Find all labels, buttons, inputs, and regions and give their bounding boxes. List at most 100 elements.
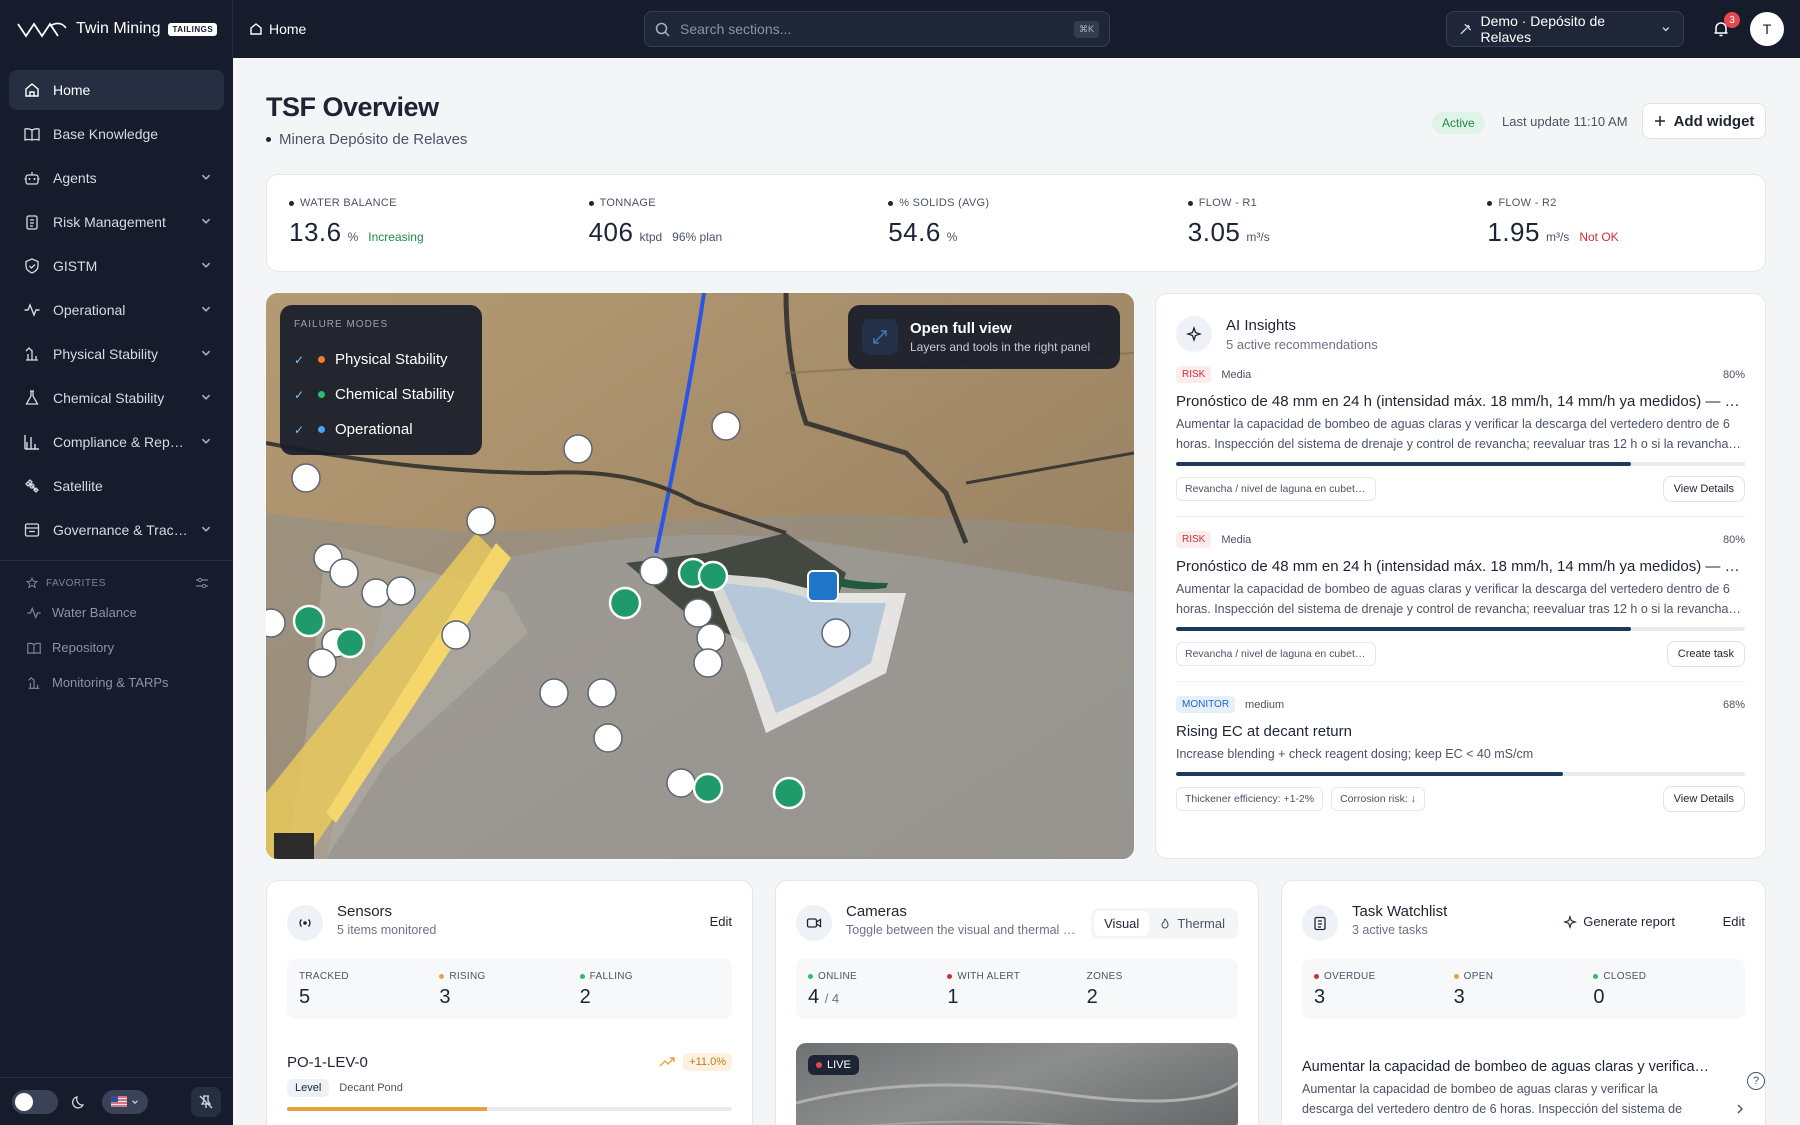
search-input[interactable] xyxy=(680,21,1064,37)
stat-value: 4 xyxy=(808,986,820,1008)
task-item[interactable]: Aumentar la capacidad de bombeo de aguas… xyxy=(1302,1059,1745,1119)
failure-mode-toggle[interactable]: ✓ Chemical Stability xyxy=(294,377,468,412)
satellite-icon xyxy=(25,479,39,493)
sidebar-item-governance-traceability[interactable]: Governance & Traceability xyxy=(9,510,224,550)
tasks-edit-button[interactable]: Edit xyxy=(1723,914,1745,929)
insight-title[interactable]: Pronóstico de 48 mm en 24 h (intensidad … xyxy=(1176,393,1745,410)
insight-action-button[interactable]: View Details xyxy=(1662,476,1745,502)
sidebar-item-label: Chemical Stability xyxy=(53,390,165,406)
tasks-header: Task Watchlist 3 active tasks Generate r… xyxy=(1302,881,1745,941)
tab-thermal[interactable]: Thermal xyxy=(1149,911,1235,936)
favorite-item[interactable]: Repository xyxy=(0,630,233,665)
insight-confidence: 80% xyxy=(1722,368,1745,381)
us-flag-icon xyxy=(111,1096,127,1107)
stat-dot xyxy=(808,974,813,979)
language-selector[interactable] xyxy=(102,1089,148,1114)
ai-insights-subtitle: 5 active recommendations xyxy=(1226,336,1378,352)
generate-report-label: Generate report xyxy=(1583,914,1675,929)
sidebar-item-base-knowledge[interactable]: Base Knowledge xyxy=(9,114,224,154)
kpi-tile[interactable]: TONNAGE 406 ktpd 96% plan xyxy=(567,175,867,271)
insight-title[interactable]: Pronóstico de 48 mm en 24 h (intensidad … xyxy=(1176,558,1745,575)
stat-label: WITH ALERT xyxy=(957,971,1021,982)
help-button[interactable]: ? xyxy=(1747,1072,1765,1090)
insight-title[interactable]: Rising EC at decant return xyxy=(1176,723,1745,740)
sensors-edit-button[interactable]: Edit xyxy=(710,914,732,929)
chevron-down-icon xyxy=(201,526,211,532)
search-bar[interactable]: ⌘K xyxy=(644,11,1110,47)
sidebar-item-operational[interactable]: Operational xyxy=(9,290,224,330)
sidebar-item-chemical-stability[interactable]: Chemical Stability xyxy=(9,378,224,418)
generate-report-button[interactable]: Generate report xyxy=(1563,914,1675,929)
insight-severity: Media xyxy=(1221,533,1252,546)
collapse-sidebar-button[interactable] xyxy=(191,1086,221,1117)
kpi-note: 96% plan xyxy=(672,230,723,244)
confidence-bar xyxy=(1176,772,1745,776)
cameras-subtitle: Toggle between the visual and thermal fe… xyxy=(846,923,1078,937)
sidebar-item-label: Governance & Traceability xyxy=(53,522,189,538)
top-bar: Twin Mining TAILINGS Home ⌘K Demo · Depó… xyxy=(0,0,1800,58)
kpi-tile[interactable]: WATER BALANCE 13.6% Increasing xyxy=(267,175,567,271)
insight-chip: Corrosion risk: ↓ xyxy=(1331,787,1425,811)
insight-action-button[interactable]: Create task xyxy=(1666,641,1745,667)
theme-toggle[interactable] xyxy=(12,1089,58,1114)
stat-value: 3 xyxy=(439,986,451,1008)
favorite-item[interactable]: Water Balance xyxy=(0,595,233,630)
brand[interactable]: Twin Mining TAILINGS xyxy=(0,0,233,58)
book-icon xyxy=(24,128,40,141)
sidebar-item-satellite[interactable]: Satellite xyxy=(9,466,224,506)
stat-label: TRACKED xyxy=(299,971,349,982)
insight-tag: MONITOR xyxy=(1176,696,1236,713)
failure-mode-label: Chemical Stability xyxy=(335,386,455,403)
clipboard-icon xyxy=(26,215,38,230)
insight-body: Aumentar la capacidad de bombeo de aguas… xyxy=(1176,417,1730,451)
tab-visual[interactable]: Visual xyxy=(1094,911,1150,936)
sidebar-item-gistm[interactable]: GISTM xyxy=(9,246,224,286)
page-subtitle: Minera Depósito de Relaves xyxy=(266,131,467,148)
stat-dot xyxy=(579,974,585,979)
stat-label: CLOSED xyxy=(1603,971,1647,982)
stat-dot xyxy=(1453,974,1459,979)
plus-icon xyxy=(1654,116,1665,126)
sidebar-footer xyxy=(0,1077,233,1125)
camera-feed[interactable]: LIVE xyxy=(796,1043,1238,1125)
kpi-note: Not OK xyxy=(1579,230,1619,244)
failure-mode-dot xyxy=(318,391,325,398)
sidebar-item-physical-stability[interactable]: Physical Stability xyxy=(9,334,224,374)
camera-stats: ONLINE 4 / 4 WITH ALERT 1 ZONES 2 xyxy=(796,959,1238,1019)
activity-icon xyxy=(24,303,40,317)
chevron-right-icon[interactable] xyxy=(1735,1103,1745,1115)
kpi-label: WATER BALANCE xyxy=(289,197,567,209)
sliders-icon[interactable] xyxy=(195,577,209,589)
open-full-view-button[interactable]: Open full view Layers and tools in the r… xyxy=(848,305,1120,369)
kpi-label-text: % SOLIDS (AVG) xyxy=(899,197,990,209)
failure-mode-toggle[interactable]: ✓ Physical Stability xyxy=(294,342,468,377)
kpi-tile[interactable]: FLOW - R1 3.05 m³/s xyxy=(1166,175,1466,271)
sidebar-item-home[interactable]: Home xyxy=(9,70,224,110)
ai-insights-title: AI Insights xyxy=(1226,316,1297,334)
stat-label: ZONES xyxy=(1086,971,1123,982)
brand-name: Twin Mining xyxy=(76,20,161,37)
sensor-item[interactable]: PO-1-LEV-0 +11.0% Level Decant Pond xyxy=(287,1053,732,1111)
sidebar-item-agents[interactable]: Agents xyxy=(9,158,224,198)
workspace-label: Demo · Depósito de Relaves xyxy=(1480,13,1606,45)
failure-modes-list: ✓ Physical Stability ✓ Chemical Stability ✓ O… xyxy=(294,342,468,447)
sidebar-item-risk-management[interactable]: Risk Management xyxy=(9,202,224,242)
tasks-title: Task Watchlist xyxy=(1352,903,1448,920)
add-widget-button[interactable]: Add widget xyxy=(1642,103,1766,139)
stat-label: ONLINE xyxy=(818,971,858,982)
notifications-button[interactable]: 3 xyxy=(1706,12,1740,44)
kpi-tile[interactable]: % SOLIDS (AVG) 54.6% xyxy=(866,175,1166,271)
camera-mode-tabs: Visual Thermal xyxy=(1091,908,1238,939)
failure-mode-toggle[interactable]: ✓ Operational xyxy=(294,412,468,447)
breadcrumb[interactable]: Home xyxy=(249,21,306,37)
insight-action-button[interactable]: View Details xyxy=(1662,786,1745,812)
sensor-level-fill xyxy=(287,1107,488,1111)
sidebar-divider xyxy=(0,560,233,561)
chevron-down-icon xyxy=(1662,27,1670,32)
sidebar-item-compliance-reports[interactable]: Compliance & Reports xyxy=(9,422,224,462)
favorite-item[interactable]: Monitoring & TARPs xyxy=(0,665,233,700)
kpi-tile[interactable]: FLOW - R2 1.95 m³/s Not OK xyxy=(1465,175,1765,271)
avatar[interactable]: T xyxy=(1750,12,1784,46)
site-map[interactable]: FAILURE MODES ✓ Physical Stability ✓ Chemic… xyxy=(266,293,1134,859)
workspace-selector[interactable]: Demo · Depósito de Relaves xyxy=(1446,11,1684,47)
